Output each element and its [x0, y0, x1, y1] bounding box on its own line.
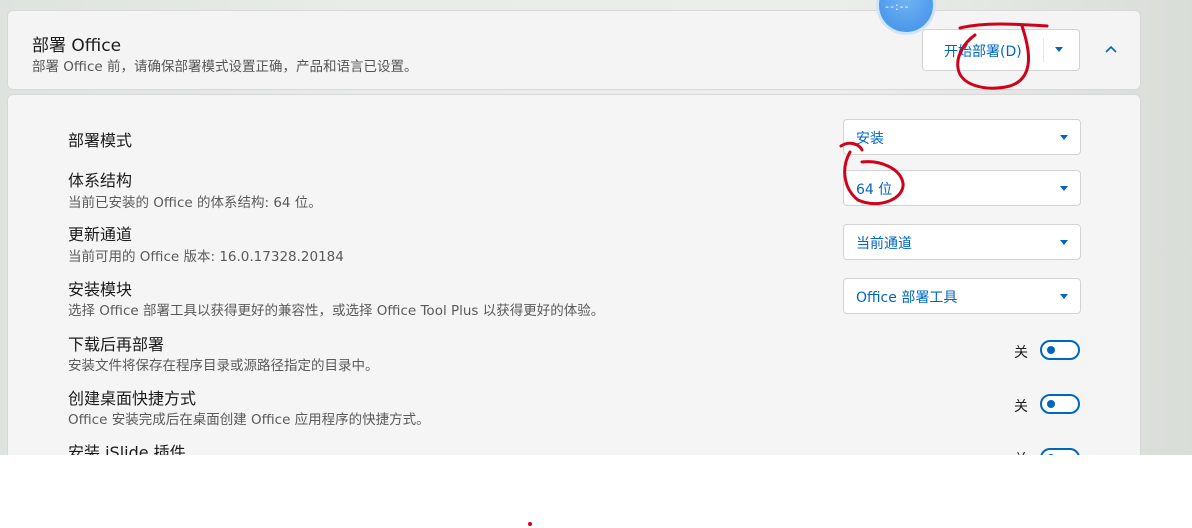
- start-deploy-split-button[interactable]: 开始部署(D): [922, 29, 1080, 71]
- page-title: 部署 Office: [32, 36, 122, 56]
- desktop-shortcuts-toggle[interactable]: [1040, 394, 1080, 414]
- toggle-knob: [1047, 346, 1055, 354]
- update-channel-description: 当前可用的 Office 版本: 16.0.17328.20184: [68, 249, 344, 265]
- architecture-label: 体系结构: [68, 171, 133, 190]
- chevron-down-icon: [1060, 135, 1068, 140]
- deploy-mode-select[interactable]: 安装: [843, 119, 1081, 155]
- chevron-down-icon: [1060, 186, 1068, 191]
- chevron-down-icon: [1060, 240, 1068, 245]
- architecture-value: 64 位: [856, 182, 893, 198]
- button-divider: [1043, 38, 1044, 62]
- chevron-down-icon: [1060, 294, 1068, 299]
- install-module-value: Office 部署工具: [856, 290, 958, 306]
- install-module-label: 安装模块: [68, 280, 133, 299]
- deploy-mode-label: 部署模式: [68, 131, 133, 150]
- architecture-select[interactable]: 64 位: [843, 170, 1081, 206]
- page-description: 部署 Office 前，请确保部署模式设置正确，产品和语言已设置。: [32, 59, 418, 75]
- toggle-knob: [1047, 400, 1055, 408]
- download-then-deploy-state: 关: [1014, 345, 1028, 361]
- desktop-shortcuts-description: Office 安装完成后在桌面创建 Office 应用程序的快捷方式。: [68, 412, 430, 428]
- start-deploy-button[interactable]: 开始部署(D): [944, 41, 1022, 61]
- download-then-deploy-label: 下载后再部署: [68, 335, 165, 354]
- status-bubble-text: --:--: [885, 0, 910, 13]
- islide-plugin-toggle[interactable]: [1040, 448, 1080, 455]
- app-window: 部署 Office 部署 Office 前，请确保部署模式设置正确，产品和语言已…: [0, 0, 1192, 455]
- chevron-up-icon[interactable]: [1102, 41, 1120, 59]
- desktop-shortcuts-label: 创建桌面快捷方式: [68, 389, 197, 408]
- download-then-deploy-toggle[interactable]: [1040, 340, 1080, 360]
- deploy-mode-value: 安装: [856, 131, 884, 147]
- update-channel-select[interactable]: 当前通道: [843, 224, 1081, 260]
- update-channel-value: 当前通道: [856, 236, 912, 252]
- architecture-description: 当前已安装的 Office 的体系结构: 64 位。: [68, 195, 322, 211]
- settings-panel: 部署模式 安装 体系结构 当前已安装的 Office 的体系结构: 64 位。 …: [7, 94, 1141, 455]
- install-module-description: 选择 Office 部署工具以获得更好的兼容性，或选择 Office Tool …: [68, 303, 605, 319]
- install-module-select[interactable]: Office 部署工具: [843, 278, 1081, 314]
- toggle-knob: [1047, 454, 1055, 455]
- islide-plugin-state: 关: [1014, 449, 1028, 455]
- deploy-office-header: 部署 Office 部署 Office 前，请确保部署模式设置正确，产品和语言已…: [7, 10, 1141, 90]
- islide-plugin-label: 安装 iSlide 插件: [68, 443, 186, 455]
- download-then-deploy-description: 安装文件将保存在程序目录或源路径指定的目录中。: [68, 358, 379, 374]
- desktop-shortcuts-state: 关: [1014, 399, 1028, 415]
- deploy-dropdown-caret-icon[interactable]: [1055, 47, 1063, 52]
- annotation-dot: [528, 522, 532, 526]
- update-channel-label: 更新通道: [68, 225, 133, 244]
